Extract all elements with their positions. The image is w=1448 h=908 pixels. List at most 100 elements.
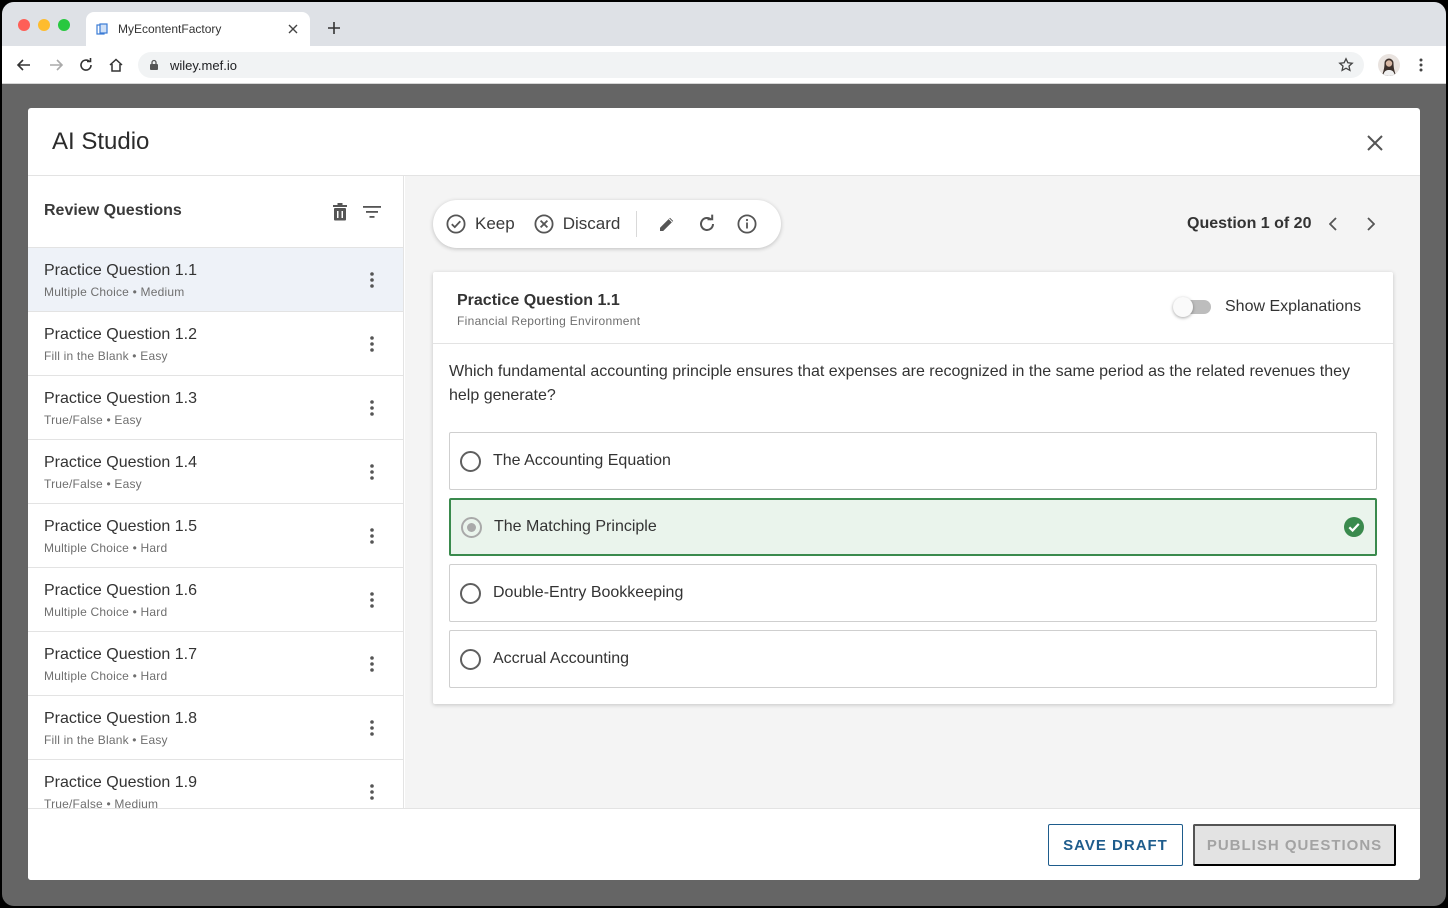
home-icon[interactable] [106,55,126,75]
sidebar-title: Review Questions [44,202,182,219]
bookmark-star-icon[interactable] [1338,57,1354,73]
browser-window: MyEcontentFactory wiley.mef.io AI Studio… [2,2,1446,906]
question-item-meta: Multiple Choice • Hard [44,541,168,555]
question-list-item[interactable]: Practice Question 1.4 True/False • Easy [28,440,403,504]
question-list-item[interactable]: Practice Question 1.3 True/False • Easy [28,376,403,440]
answer-option[interactable]: The Accounting Equation [449,432,1377,490]
question-topic: Financial Reporting Environment [457,314,641,328]
question-list-item[interactable]: Practice Question 1.5 Multiple Choice • … [28,504,403,568]
question-item-meta: True/False • Easy [44,413,142,427]
question-item-meta: Multiple Choice • Hard [44,669,168,683]
more-vert-icon[interactable] [362,524,382,548]
discard-button[interactable]: Discard [533,208,621,240]
question-list-item[interactable]: Practice Question 1.8 Fill in the Blank … [28,696,403,760]
browser-menu-icon[interactable] [1412,56,1430,74]
question-card-header: Practice Question 1.1 Financial Reportin… [433,272,1393,344]
question-item-title: Practice Question 1.4 [44,454,197,471]
browser-tab[interactable]: MyEcontentFactory [86,12,310,46]
keep-button[interactable]: Keep [445,208,515,240]
question-review-panel: Keep Discard Question 1 of 20 Practice Q… [405,176,1420,808]
radio-button[interactable] [461,516,482,538]
more-vert-icon[interactable] [362,588,382,612]
question-text: Which fundamental accounting principle e… [449,363,1350,404]
chevron-right-icon[interactable] [1359,212,1383,236]
publish-questions-button: PUBLISH QUESTIONS [1193,824,1396,866]
maximize-window-button[interactable] [58,19,70,31]
more-vert-icon[interactable] [362,332,382,356]
question-item-meta: Fill in the Blank • Easy [44,733,168,747]
answer-label: Double-Entry Bookkeeping [493,584,684,601]
save-draft-button[interactable]: SAVE DRAFT [1048,824,1183,866]
question-item-title: Practice Question 1.3 [44,390,197,407]
minimize-window-button[interactable] [38,19,50,31]
browser-toolbar: wiley.mef.io [2,46,1446,84]
question-list-item[interactable]: Practice Question 1.6 Multiple Choice • … [28,568,403,632]
radio-button[interactable] [460,648,481,670]
question-item-meta: True/False • Easy [44,477,142,491]
answer-option[interactable]: Double-Entry Bookkeeping [449,564,1377,622]
question-list: Practice Question 1.1 Multiple Choice • … [28,248,403,808]
more-vert-icon[interactable] [362,780,382,804]
answer-option-correct[interactable]: The Matching Principle [449,498,1377,556]
regenerate-icon[interactable] [696,213,718,235]
more-vert-icon[interactable] [362,460,382,484]
question-pager: Question 1 of 20 [1187,212,1383,236]
toggle-label: Show Explanations [1225,298,1362,315]
more-vert-icon[interactable] [362,652,382,676]
close-window-button[interactable] [18,19,30,31]
question-list-item[interactable]: Practice Question 1.1 Multiple Choice • … [28,248,403,312]
address-bar[interactable]: wiley.mef.io [138,52,1364,78]
toggle-track[interactable] [1173,297,1211,317]
keep-label: Keep [475,214,515,233]
answer-option[interactable]: Accrual Accounting [449,630,1377,688]
question-list-item[interactable]: Practice Question 1.9 True/False • Mediu… [28,760,403,808]
answer-label: The Matching Principle [494,518,657,535]
radio-button[interactable] [460,582,481,604]
question-item-title: Practice Question 1.1 [44,262,197,279]
profile-avatar[interactable] [1378,54,1400,76]
answer-label: The Accounting Equation [493,452,671,469]
edit-pencil-icon[interactable] [656,213,678,235]
toggle-knob [1173,297,1193,317]
info-icon[interactable] [736,213,758,235]
question-item-title: Practice Question 1.6 [44,582,197,599]
show-explanations-toggle[interactable]: Show Explanations [1173,297,1362,317]
radio-button[interactable] [460,450,481,472]
check-circle-filled-icon [1343,516,1365,538]
question-item-title: Practice Question 1.8 [44,710,197,727]
discard-label: Discard [562,214,621,233]
question-action-bar: Keep Discard [433,200,781,248]
pager-text: Question 1 of 20 [1187,215,1312,232]
filter-icon[interactable] [362,202,382,222]
more-vert-icon[interactable] [362,396,382,420]
answer-label: Accrual Accounting [493,650,630,667]
tab-close-icon[interactable] [286,22,300,36]
reload-icon[interactable] [76,55,96,75]
back-arrow-icon[interactable] [14,55,34,75]
modal-header: AI Studio [28,108,1420,176]
more-vert-icon[interactable] [362,716,382,740]
question-item-meta: Multiple Choice • Medium [44,285,185,299]
action-divider [636,211,638,237]
question-item-title: Practice Question 1.7 [44,646,197,663]
url-text: wiley.mef.io [170,57,237,73]
answer-options: The Accounting Equation The Matching Pri… [449,432,1377,696]
review-questions-sidebar: Review Questions Practice Question 1.1 M… [28,176,404,808]
ai-studio-modal: AI Studio Review Questions Practice Ques… [28,108,1420,880]
chevron-left-icon[interactable] [1321,212,1345,236]
question-item-title: Practice Question 1.2 [44,326,197,343]
question-item-meta: True/False • Medium [44,797,159,808]
check-circle-icon [445,213,467,235]
question-item-title: Practice Question 1.9 [44,774,197,791]
question-list-item[interactable]: Practice Question 1.7 Multiple Choice • … [28,632,403,696]
close-icon[interactable] [1364,132,1386,154]
trash-icon[interactable] [330,202,350,222]
tab-bar: MyEcontentFactory [2,2,1446,46]
more-vert-icon[interactable] [362,268,382,292]
question-card: Practice Question 1.1 Financial Reportin… [433,272,1393,704]
new-tab-icon[interactable] [324,18,344,38]
forward-arrow-icon[interactable] [46,55,66,75]
question-list-item[interactable]: Practice Question 1.2 Fill in the Blank … [28,312,403,376]
modal-title: AI Studio [52,128,150,155]
favicon-icon [96,23,108,35]
